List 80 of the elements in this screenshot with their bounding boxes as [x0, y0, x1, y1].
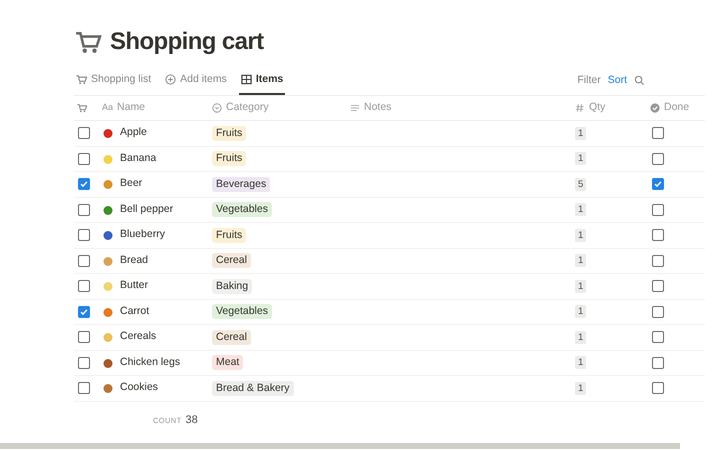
- column-header: Qty: [589, 100, 606, 116]
- item-name: Cereals: [120, 329, 156, 344]
- search-icon: [634, 75, 645, 86]
- category-tag: Cereal: [212, 253, 251, 268]
- checkbox[interactable]: [652, 178, 664, 190]
- checkbox[interactable]: [652, 331, 664, 344]
- category-tag: Bread & Bakery: [212, 380, 294, 396]
- count-value: 38: [186, 412, 198, 428]
- item-name: Cookies: [120, 380, 158, 396]
- checkbox[interactable]: [652, 152, 664, 165]
- item-name: Blueberry: [120, 227, 165, 242]
- checkbox[interactable]: [652, 382, 664, 394]
- checkbox[interactable]: [78, 382, 90, 394]
- checkbox[interactable]: [652, 280, 664, 292]
- text-lines-icon: [350, 103, 360, 113]
- quantity-value: 1: [575, 254, 586, 268]
- column-header: Name: [117, 100, 146, 116]
- category-tag: Beverages: [212, 176, 270, 192]
- category-tag: Fruits: [212, 151, 246, 166]
- item-name: Butter: [120, 278, 148, 294]
- category-tag: Baking: [212, 278, 252, 294]
- category-tag: Cereal: [212, 330, 251, 345]
- checkbox[interactable]: [78, 280, 90, 292]
- column-header: Done: [664, 100, 690, 116]
- category-tag: Meat: [212, 355, 244, 370]
- quantity-value: 1: [575, 152, 586, 166]
- category-tag: Fruits: [212, 126, 246, 141]
- category-tag: Fruits: [212, 228, 246, 243]
- checkbox[interactable]: [78, 127, 90, 140]
- checkbox[interactable]: [78, 331, 90, 344]
- view-tab[interactable]: Items: [238, 66, 286, 95]
- plus-circle-icon: [165, 74, 176, 85]
- item-name: Beer: [120, 176, 142, 192]
- item-name: Chicken legs: [120, 354, 180, 370]
- category-tag: Vegetables: [212, 202, 272, 218]
- sort-button[interactable]: Sort: [608, 72, 627, 88]
- category-tag: Vegetables: [212, 304, 272, 320]
- checkbox[interactable]: [78, 254, 90, 267]
- checkbox[interactable]: [78, 152, 90, 165]
- checkbox[interactable]: [652, 204, 664, 216]
- item-name: Carrot: [120, 304, 150, 319]
- quantity-value: 1: [575, 330, 586, 344]
- quantity-value: 5: [575, 178, 586, 191]
- page-title: Shopping cart: [110, 27, 264, 57]
- checkbox[interactable]: [652, 356, 664, 369]
- quantity-value: 1: [575, 382, 586, 395]
- quantity-value: 1: [575, 126, 586, 140]
- cart-icon: [74, 29, 102, 55]
- scrollbar[interactable]: [0, 442, 680, 448]
- quantity-value: 1: [575, 280, 586, 293]
- check-circle-icon: [650, 103, 660, 113]
- view-tab[interactable]: Shopping list: [74, 66, 154, 95]
- checkbox[interactable]: [78, 356, 90, 369]
- search-button[interactable]: [634, 75, 645, 86]
- quantity-value: 1: [575, 228, 586, 242]
- checkbox[interactable]: [652, 127, 664, 140]
- quantity-value: 1: [575, 203, 586, 216]
- view-tab[interactable]: Add items: [163, 66, 229, 95]
- cart-icon: [77, 103, 87, 113]
- column-header: Notes: [364, 100, 392, 116]
- column-header: Category: [226, 100, 269, 116]
- checkbox[interactable]: [652, 254, 664, 267]
- checkbox[interactable]: [652, 306, 664, 318]
- checkbox[interactable]: [78, 204, 90, 216]
- filter-button[interactable]: Filter: [577, 72, 601, 88]
- quantity-value: 1: [575, 356, 586, 370]
- item-name: Bell pepper: [120, 202, 174, 217]
- cart-icon: [76, 74, 87, 85]
- hash-icon: [575, 103, 585, 113]
- checkbox[interactable]: [652, 229, 664, 242]
- select-icon: [212, 103, 222, 113]
- type-label: Aa: [102, 101, 114, 114]
- item-name: Bread: [120, 252, 148, 268]
- checkbox[interactable]: [78, 229, 90, 242]
- table-icon: [240, 74, 252, 85]
- item-name: Banana: [120, 150, 156, 166]
- item-name: Apple: [120, 125, 147, 140]
- quantity-value: 1: [575, 305, 586, 318]
- checkbox[interactable]: [78, 178, 90, 190]
- checkbox[interactable]: [78, 306, 90, 318]
